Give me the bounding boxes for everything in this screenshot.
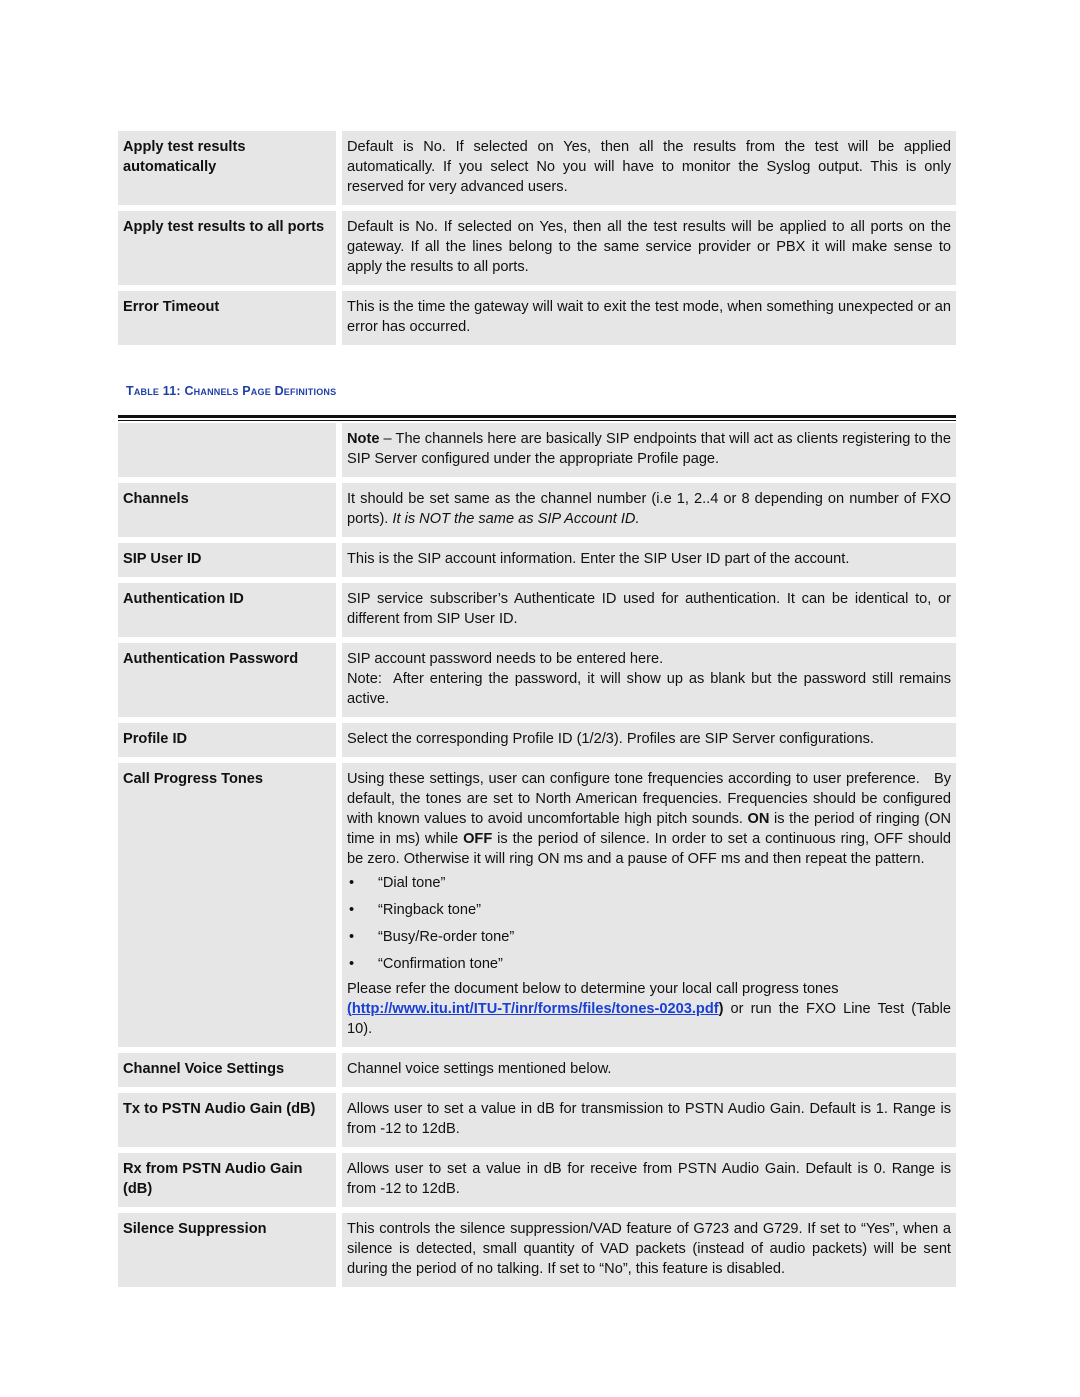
bullet-icon: • [349, 929, 355, 945]
table-11-caption: Table 11: Channels Page Definitions [126, 384, 337, 398]
tone-ringback: “Ringback tone” [378, 902, 482, 918]
channels-italic-note: It is NOT the same as SIP Account ID. [392, 511, 640, 527]
tone-list: • “Dial tone” • “Ringback tone” • “Busy/Re-… [347, 873, 951, 974]
document-page: Apply test results automatically Default… [118, 131, 956, 1293]
table-row: Apply test results automatically Default… [118, 131, 956, 211]
note-lead: Note [347, 431, 380, 447]
term-authentication-id: Authentication ID [118, 583, 342, 643]
list-item: • “Ringback tone” [347, 900, 951, 920]
desc-profile-id: Select the corresponding Profile ID (1/2… [342, 723, 956, 763]
call-progress-link-line: (http://www.itu.int/ITU-T/inr/forms/file… [347, 999, 951, 1039]
term-profile-id: Profile ID [118, 723, 342, 763]
term-silence-suppression: Silence Suppression [118, 1213, 342, 1293]
table-row: Authentication ID SIP service subscriber… [118, 583, 956, 643]
auth-password-line1: SIP account password needs to be entered… [347, 651, 664, 667]
desc-call-progress-tones: Using these settings, user can configure… [342, 763, 956, 1053]
table-row: Note – The channels here are basically S… [118, 423, 956, 483]
link-url: http://www.itu.int/ITU-T/inr/forms/files… [351, 1001, 719, 1017]
table-row: Channel Voice Settings Channel voice set… [118, 1053, 956, 1093]
auth-password-line2: Note: After entering the password, it wi… [347, 671, 956, 707]
table-row: Profile ID Select the corresponding Prof… [118, 723, 956, 763]
table-row: Rx from PSTN Audio Gain (dB) Allows user… [118, 1153, 956, 1213]
desc-rx-pstn-gain: Allows user to set a value in dB for rec… [342, 1153, 956, 1213]
tone-busy-reorder: “Busy/Re-order tone” [378, 929, 515, 945]
list-item: • “Dial tone” [347, 873, 951, 893]
term-sip-user-id: SIP User ID [118, 543, 342, 583]
bullet-icon: • [349, 875, 355, 891]
desc-sip-user-id: This is the SIP account information. Ent… [342, 543, 956, 583]
desc-channels: It should be set same as the channel num… [342, 483, 956, 543]
term-rx-pstn-gain: Rx from PSTN Audio Gain (dB) [118, 1153, 342, 1213]
on-keyword: ON [747, 811, 770, 827]
table-top-rule [118, 415, 956, 421]
table-row: Error Timeout This is the time the gatew… [118, 291, 956, 351]
table-row: Channels It should be set same as the ch… [118, 483, 956, 543]
table-10-tail: Apply test results automatically Default… [118, 131, 956, 351]
term-note-empty [118, 423, 342, 483]
desc-tx-pstn-gain: Allows user to set a value in dB for tra… [342, 1093, 956, 1153]
table-11-channels-definitions: Note – The channels here are basically S… [118, 423, 956, 1293]
desc-silence-suppression: This controls the silence suppression/VA… [342, 1213, 956, 1293]
itu-tones-link[interactable]: (http://www.itu.int/ITU-T/inr/forms/file… [347, 1001, 719, 1017]
list-item: • “Busy/Re-order tone” [347, 927, 951, 947]
term-authentication-password: Authentication Password [118, 643, 342, 723]
table-row: Tx to PSTN Audio Gain (dB) Allows user t… [118, 1093, 956, 1153]
note-text: – The channels here are basically SIP en… [347, 431, 951, 467]
term-channels: Channels [118, 483, 342, 543]
bullet-icon: • [349, 956, 355, 972]
tone-dial: “Dial tone” [378, 875, 446, 891]
table-row: Call Progress Tones Using these settings… [118, 763, 956, 1053]
desc-authentication-id: SIP service subscriber’s Authenticate ID… [342, 583, 956, 643]
term-channel-voice-settings: Channel Voice Settings [118, 1053, 342, 1093]
call-progress-refer: Please refer the document below to deter… [347, 981, 839, 997]
term-error-timeout: Error Timeout [118, 291, 342, 351]
call-progress-paragraph: Using these settings, user can configure… [347, 769, 951, 869]
table-row: SIP User ID This is the SIP account info… [118, 543, 956, 583]
desc-channel-voice-settings: Channel voice settings mentioned below. [342, 1053, 956, 1093]
desc-authentication-password: SIP account password needs to be entered… [342, 643, 956, 723]
desc-apply-test-results-automatically: Default is No. If selected on Yes, then … [342, 131, 956, 211]
term-apply-test-results-automatically: Apply test results automatically [118, 131, 342, 211]
desc-error-timeout: This is the time the gateway will wait t… [342, 291, 956, 351]
desc-note: Note – The channels here are basically S… [342, 423, 956, 483]
table-row: Apply test results to all ports Default … [118, 211, 956, 291]
bullet-icon: • [349, 902, 355, 918]
table-row: Silence Suppression This controls the si… [118, 1213, 956, 1293]
tone-confirmation: “Confirmation tone” [378, 956, 503, 972]
desc-apply-test-results-all-ports: Default is No. If selected on Yes, then … [342, 211, 956, 291]
term-apply-test-results-all-ports: Apply test results to all ports [118, 211, 342, 291]
list-item: • “Confirmation tone” [347, 954, 951, 974]
table-row: Authentication Password SIP account pass… [118, 643, 956, 723]
off-keyword: OFF [463, 831, 493, 847]
term-call-progress-tones: Call Progress Tones [118, 763, 342, 1053]
term-tx-pstn-gain: Tx to PSTN Audio Gain (dB) [118, 1093, 342, 1153]
